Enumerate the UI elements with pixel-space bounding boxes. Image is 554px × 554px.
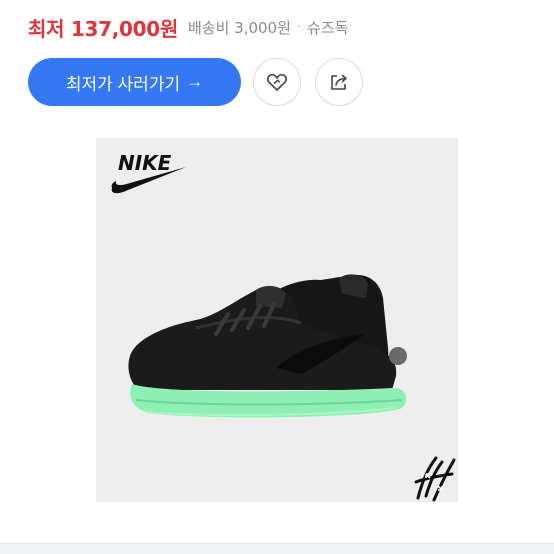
arrow-right-icon: → [186, 72, 204, 91]
product-image[interactable]: NIKE [96, 138, 458, 502]
bottom-divider [0, 543, 554, 554]
sneaker-image [128, 274, 407, 418]
buy-button-label: 최저가 사러가기 [65, 74, 181, 94]
price-row: 최저 137,000원 배송비 3,000원 · 슈즈독 [28, 12, 348, 42]
like-button[interactable] [253, 58, 301, 106]
shipping-fee: 배송비 3,000원 [187, 18, 291, 37]
expand-icon[interactable] [412, 452, 458, 502]
product-page: 최저 137,000원 배송비 3,000원 · 슈즈독 최저가 사러가기 → … [0, 0, 554, 554]
buy-lowest-price-button[interactable]: 최저가 사러가기 → [28, 58, 241, 106]
store-name: 슈즈독 [307, 18, 349, 37]
lowest-price: 최저 137,000원 [28, 16, 178, 41]
share-button[interactable] [315, 58, 363, 106]
heart-icon [267, 73, 287, 91]
meta-separator: · [296, 19, 302, 35]
share-icon [331, 74, 347, 90]
